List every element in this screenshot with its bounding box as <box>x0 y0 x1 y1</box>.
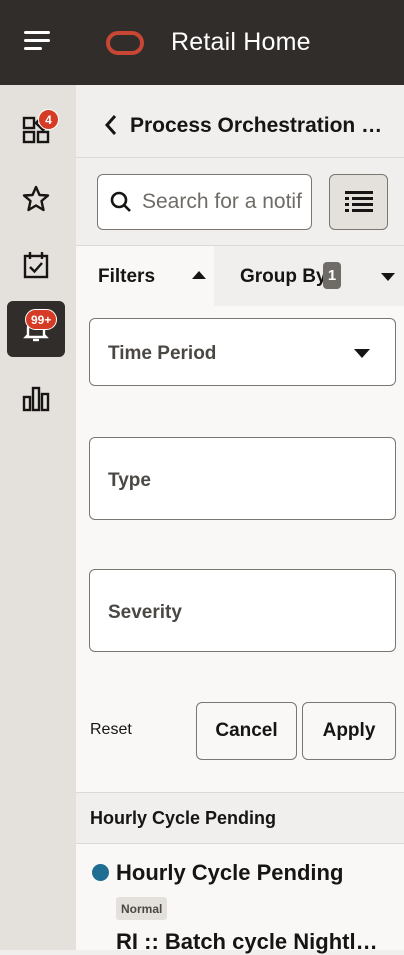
search-box[interactable] <box>97 174 312 230</box>
tab-group-by[interactable]: Group By 1 <box>214 246 404 306</box>
time-period-label: Time Period <box>108 343 217 364</box>
tab-group-by-label: Group By <box>240 266 327 287</box>
nav-dashboard[interactable]: 4 <box>7 102 65 158</box>
group-header: Hourly Cycle Pending <box>76 792 404 844</box>
group-by-count-badge: 1 <box>323 262 341 289</box>
notifications-badge: 99+ <box>25 309 58 330</box>
calendar-check-icon <box>23 252 49 279</box>
caret-up-icon <box>192 271 206 279</box>
cancel-button[interactable]: Cancel <box>196 702 297 760</box>
severity-badge: Normal <box>116 897 168 920</box>
app-title: Retail Home <box>171 28 311 56</box>
time-period-select[interactable]: Time Period <box>89 318 396 386</box>
filters-panel: Time Period Type Severity Reset Cancel A… <box>76 306 404 792</box>
page-title: Process Orchestration Monitor <box>130 114 390 137</box>
reset-link[interactable]: Reset <box>90 721 132 739</box>
list-view-icon <box>344 191 373 212</box>
tab-filters[interactable]: Filters <box>76 246 214 306</box>
bar-chart-icon <box>22 386 50 412</box>
page-header: Process Orchestration Monitor <box>76 85 404 158</box>
type-label: Type <box>108 470 151 491</box>
severity-label: Severity <box>108 602 182 623</box>
nav-reports[interactable] <box>7 370 65 426</box>
dashboard-badge: 4 <box>38 109 59 130</box>
side-nav: 4 99+ <box>0 85 76 950</box>
caret-down-icon <box>381 273 395 281</box>
filter-tabs: Filters Group By 1 <box>76 246 404 306</box>
status-dot-icon <box>92 864 109 881</box>
top-bar: Retail Home <box>0 0 404 85</box>
notification-description: RI :: Batch cycle Nightly for RI is pend… <box>116 929 382 954</box>
type-field[interactable]: Type <box>89 437 396 520</box>
group-title: Hourly Cycle Pending <box>90 808 277 828</box>
main-content: Process Orchestration Monitor Filters Gr… <box>76 85 404 954</box>
nav-favorites[interactable] <box>7 171 65 227</box>
apply-button[interactable]: Apply <box>302 702 396 760</box>
star-icon <box>22 185 50 212</box>
toolbar <box>76 158 404 246</box>
list-view-button[interactable] <box>329 174 388 230</box>
hamburger-menu-icon[interactable] <box>24 31 52 51</box>
search-input[interactable] <box>142 190 302 214</box>
dropdown-arrow-icon <box>354 349 370 358</box>
notification-item[interactable]: Hourly Cycle Pending Normal RI :: Batch … <box>76 844 404 954</box>
chevron-left-icon[interactable] <box>104 114 118 136</box>
oracle-logo <box>106 31 144 55</box>
notification-title: Hourly Cycle Pending <box>116 860 344 885</box>
search-icon <box>110 191 131 212</box>
severity-field[interactable]: Severity <box>89 569 396 652</box>
nav-tasks[interactable] <box>7 237 65 293</box>
nav-notifications[interactable]: 99+ <box>7 301 65 357</box>
tab-filters-label: Filters <box>98 266 156 287</box>
